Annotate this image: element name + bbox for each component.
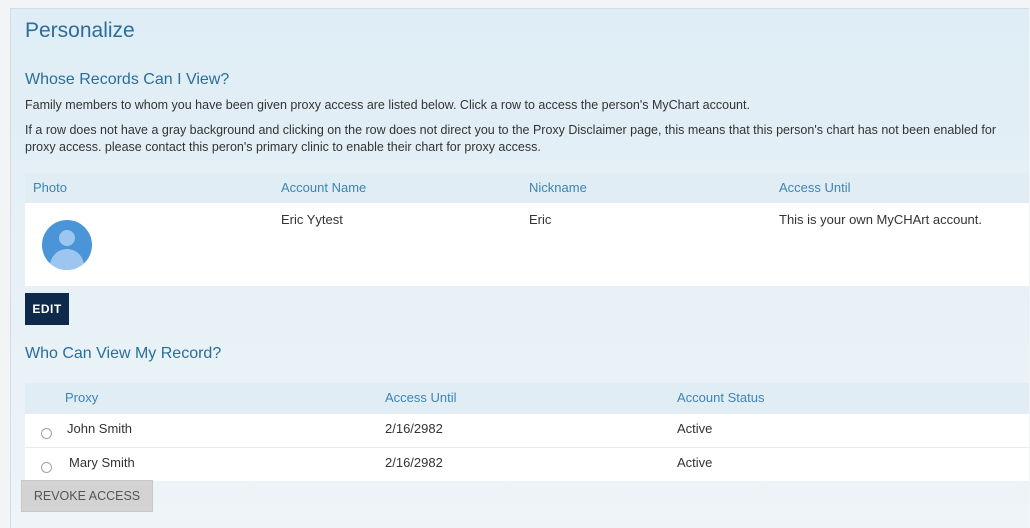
proxy-name: Mary Smith bbox=[69, 455, 135, 470]
proxy-access-until: 2/16/2982 bbox=[385, 421, 443, 436]
records-section-title: Whose Records Can I View? bbox=[25, 71, 230, 88]
column-header-photo: Photo bbox=[33, 180, 67, 195]
records-table-header: Photo Account Name Nickname Access Until bbox=[25, 173, 1029, 203]
records-table: Photo Account Name Nickname Access Until… bbox=[25, 173, 1029, 286]
column-header-account-status: Account Status bbox=[677, 390, 765, 405]
proxy-table-header: Proxy Access Until Account Status bbox=[25, 383, 1029, 413]
column-header-access-until: Access Until bbox=[779, 180, 851, 195]
nickname-cell: Eric bbox=[529, 212, 552, 227]
default-avatar-icon bbox=[42, 220, 92, 270]
proxy-select-radio[interactable] bbox=[41, 462, 52, 473]
column-header-account-name: Account Name bbox=[281, 180, 367, 195]
column-header-proxy: Proxy bbox=[65, 390, 99, 405]
revoke-access-button[interactable]: REVOKE ACCESS bbox=[21, 480, 153, 512]
proxy-row[interactable]: John Smith 2/16/2982 Active bbox=[25, 413, 1029, 447]
proxy-name: John Smith bbox=[67, 421, 133, 436]
proxy-row[interactable]: Mary Smith 2/16/2982 Active bbox=[25, 447, 1029, 481]
account-name-cell: Eric Yytest bbox=[281, 212, 343, 227]
proxy-status: Active bbox=[677, 455, 713, 470]
column-header-proxy-access-until: Access Until bbox=[385, 390, 457, 405]
proxy-table: Proxy Access Until Account Status John S… bbox=[25, 383, 1029, 481]
personalize-panel: Personalize Whose Records Can I View? Fa… bbox=[10, 8, 1029, 528]
page-title: Personalize bbox=[25, 19, 135, 42]
edit-button[interactable]: EDIT bbox=[25, 293, 69, 325]
proxy-status: Active bbox=[677, 421, 713, 436]
records-description-2: If a row does not have a gray background… bbox=[25, 123, 996, 154]
proxy-section-title: Who Can View My Record? bbox=[25, 345, 222, 362]
column-header-nickname: Nickname bbox=[529, 180, 587, 195]
records-row-self[interactable]: Eric Yytest Eric This is your own MyCHAr… bbox=[25, 203, 1029, 286]
proxy-access-until: 2/16/2982 bbox=[385, 455, 443, 470]
access-until-cell: This is your own MyCHArt account. bbox=[779, 212, 983, 227]
records-description-1: Family members to whom you have been giv… bbox=[25, 98, 750, 112]
proxy-select-radio[interactable] bbox=[41, 428, 52, 439]
